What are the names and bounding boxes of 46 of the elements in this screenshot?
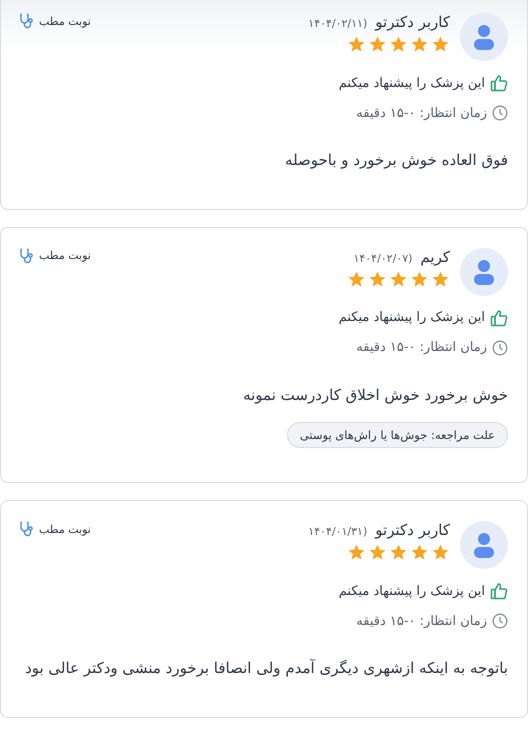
star-icon	[431, 543, 450, 562]
avatar-icon	[460, 248, 508, 296]
clock-icon	[492, 613, 508, 629]
review-date: (۱۴۰۴/۰۲/۰۷	[353, 252, 412, 264]
recommendation-text: این پزشک را پیشنهاد میکنم	[338, 76, 485, 90]
star-icon	[389, 270, 408, 288]
thumbs-up-icon	[490, 582, 508, 600]
star-icon	[410, 543, 429, 562]
user-name: کریم	[420, 248, 450, 266]
star-icon	[410, 270, 429, 288]
review-comment: فوق العاده خوش برخورد و باحوصله	[284, 150, 508, 171]
review-comment: باتوجه به اینکه ازشهری دیگری آمدم ولی انصافا برخورد منشی ودکتر عالی بود	[24, 658, 508, 679]
star-icon	[410, 35, 429, 54]
recommendation-text: این پزشک را پیشنهاد میکنم	[338, 584, 485, 598]
thumbs-up-icon	[490, 308, 508, 326]
user-name: کاربر دکترتو	[375, 521, 450, 539]
star-icon	[389, 543, 408, 562]
star-icon	[368, 543, 387, 562]
star-icon	[368, 35, 387, 54]
star-icon	[347, 543, 366, 562]
appointment-type: نوبت مطب	[39, 249, 91, 262]
review-date: (۱۴۰۴/۰۱/۳۱	[308, 525, 368, 538]
clock-icon	[492, 340, 508, 356]
review-date: (۱۴۰۴/۰۲/۱۱	[308, 17, 368, 30]
recommendation-text: این پزشک را پیشنهاد میکنم	[338, 310, 485, 325]
wait-time: زمان انتظار: ۰-۱۵ دقیقه	[356, 106, 487, 120]
wait-time: زمان انتظار: ۰-۱۵ دقیقه	[356, 614, 487, 628]
appointment-type: نوبت مطب	[39, 522, 91, 536]
wait-time: زمان انتظار: ۰-۱۵ دقیقه	[356, 340, 487, 355]
star-icon	[347, 35, 366, 54]
star-icon	[431, 270, 450, 288]
star-icon	[389, 35, 408, 54]
star-icon	[347, 270, 366, 288]
thumbs-up-icon	[490, 74, 508, 92]
review-comment: خوش برخورد خوش اخلاق کاردرست نمونه	[242, 384, 508, 406]
avatar-icon	[460, 13, 508, 61]
appointment-type: نوبت مطب	[39, 14, 91, 28]
stethoscope-icon	[19, 248, 35, 264]
user-name: کاربر دکترتو	[375, 13, 450, 31]
avatar-icon	[460, 521, 508, 569]
clock-icon	[492, 105, 508, 121]
star-icon	[368, 270, 387, 288]
stethoscope-icon	[19, 13, 35, 29]
star-icon	[431, 35, 450, 54]
stethoscope-icon	[19, 521, 35, 537]
visit-reason-tag: علت مراجعه: جوش‌ها یا راش‌های پوستی	[286, 422, 508, 448]
